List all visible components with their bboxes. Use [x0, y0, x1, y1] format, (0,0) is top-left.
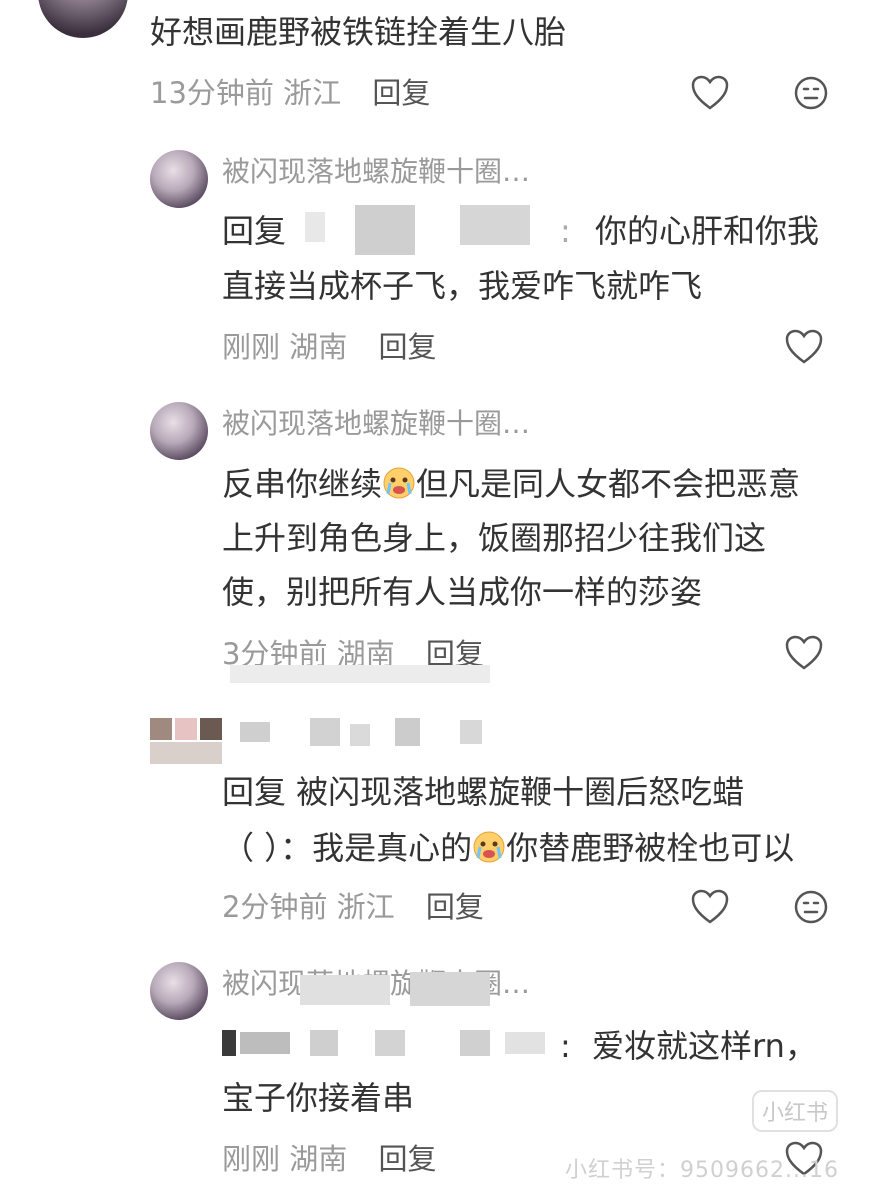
reply3-text-part1: （ ）：我是真心的	[222, 829, 473, 867]
reply1-meta: 刚刚 湖南 回复	[222, 333, 436, 362]
reply4-avatar[interactable]	[150, 962, 208, 1020]
reply3-reply-button[interactable]: 回复	[426, 890, 484, 924]
reply2-username[interactable]: 被闪现落地螺旋鞭十圈…	[222, 410, 530, 438]
reply2-line2: 上升到角色身上，饭圈那招少往我们这	[222, 519, 767, 557]
redacted-avatar	[175, 718, 197, 740]
redacted-username	[240, 1032, 290, 1054]
redacted-username	[460, 720, 482, 744]
reply1-username[interactable]: 被闪现落地螺旋鞭十圈…	[222, 158, 530, 186]
top-comment-reply-button[interactable]: 回复	[372, 76, 430, 110]
redacted-username	[310, 718, 340, 746]
redacted-username	[395, 718, 420, 746]
redacted-avatar	[150, 742, 222, 764]
reply1-line1: 回复	[222, 215, 286, 247]
dislike-face-icon[interactable]	[792, 74, 830, 112]
reply1-reply-prefix: 回复	[222, 212, 287, 250]
reply1-reply-button[interactable]: 回复	[378, 330, 436, 364]
reply1-line2: 直接当成杯子飞，我爱咋飞就咋飞	[222, 267, 703, 305]
reply1-text: 你的心肝和你我	[595, 212, 820, 250]
redacted-username	[505, 1032, 545, 1054]
top-comment-text: 好想画鹿野被铁链拴着生八胎	[150, 13, 567, 51]
reply3-meta: 2分钟前 浙江 回复	[222, 893, 484, 922]
heart-icon[interactable]	[784, 328, 824, 366]
redacted-avatar	[150, 718, 172, 740]
heart-icon[interactable]	[690, 888, 730, 926]
reply2-line3: 使，别把所有人当成你一样的莎姿	[222, 573, 703, 611]
reply2-avatar[interactable]	[150, 402, 208, 460]
reply3-text-part2: 你替鹿野被栓也可以	[506, 829, 795, 867]
redacted-avatar	[200, 718, 222, 740]
reply2-text-part2: 但凡是同人女都不会把恶意	[416, 465, 801, 503]
reply1-colon: :	[560, 212, 571, 250]
heart-icon[interactable]	[784, 634, 824, 672]
reply3-line2: （ ）：我是真心的 你替鹿野被栓也可以	[222, 830, 794, 864]
reply4-time-location: 刚刚 湖南	[222, 1142, 348, 1176]
reply4-meta: 刚刚 湖南 回复	[222, 1145, 436, 1174]
watermark-logo: 小红书	[752, 1090, 839, 1132]
reply4-line2: 宝子你接着串	[222, 1079, 415, 1117]
redacted-overlay	[410, 972, 490, 1006]
reply3-time-location: 2分钟前 浙江	[222, 890, 395, 924]
redacted-username	[305, 212, 325, 242]
reply1-avatar[interactable]	[150, 150, 208, 208]
reply4-colon: :	[560, 1027, 571, 1065]
redacted-username	[460, 1030, 490, 1056]
top-comment-time-location: 13分钟前 浙江	[150, 76, 342, 110]
redacted-overlay	[300, 975, 390, 1005]
redacted-username	[355, 205, 415, 255]
heart-icon[interactable]	[690, 74, 730, 112]
redacted-username	[222, 1030, 236, 1056]
crying-face-icon	[473, 831, 505, 863]
crying-face-icon	[383, 467, 415, 499]
top-comment-avatar[interactable]	[38, 0, 128, 38]
watermark-id: 小红书号：9509662...16	[565, 1158, 839, 1183]
redacted-username	[460, 205, 530, 245]
redacted-username	[240, 722, 270, 742]
reply1-time-location: 刚刚 湖南	[222, 330, 348, 364]
blur-overlay	[230, 665, 490, 683]
top-comment-meta: 13分钟前 浙江 回复	[150, 79, 430, 108]
dislike-face-icon[interactable]	[792, 888, 830, 926]
reply2-line1: 反串你继续 但凡是同人女都不会把恶意	[222, 466, 800, 500]
reply4-reply-button[interactable]: 回复	[378, 1142, 436, 1176]
redacted-username	[375, 1030, 405, 1056]
redacted-username	[310, 1030, 338, 1056]
reply2-text-part1: 反串你继续	[222, 465, 383, 503]
reply4-text: 爱妆就这样rn，	[592, 1027, 817, 1065]
redacted-username	[350, 724, 370, 746]
reply3-line1: 回复 被闪现落地螺旋鞭十圈后怒吃蜡	[222, 773, 745, 811]
